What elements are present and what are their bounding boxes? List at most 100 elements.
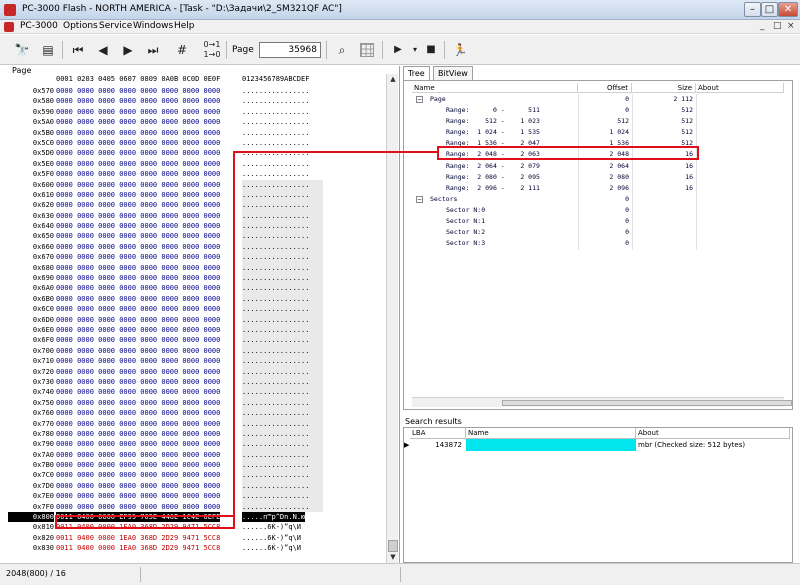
tree-row[interactable]: Range: 2 080 - 2 095 2 080 16 — [412, 172, 784, 183]
hex-row[interactable]: 0x6F0 0000 0000 0000 0000 0000 0000 0000 … — [8, 335, 388, 346]
hex-row[interactable]: 0x7F0 0000 0000 0000 0000 0000 0000 0000 … — [8, 501, 388, 513]
hex-row-ascii[interactable]: ................ — [242, 231, 324, 242]
runner-icon[interactable]: 🏃 — [450, 40, 470, 60]
hex-row-bytes[interactable]: 0000 0000 0000 0000 0000 0000 0000 0000 — [56, 190, 220, 200]
search-icon[interactable]: ⌕ — [332, 40, 352, 60]
hex-row-bytes[interactable]: 0000 0000 0000 0000 0000 0000 0000 0000 — [56, 367, 220, 377]
hex-row[interactable]: 0x6A0 0000 0000 0000 0000 0000 0000 0000 … — [8, 283, 388, 294]
hex-row[interactable]: 0x650 0000 0000 0000 0000 0000 0000 0000 … — [8, 231, 388, 242]
hex-row-ascii[interactable]: ................ — [242, 304, 324, 315]
col-offset[interactable]: Offset — [578, 83, 632, 93]
hex-row[interactable]: 0x6D0 0000 0000 0000 0000 0000 0000 0000 … — [8, 314, 388, 325]
hex-row-ascii[interactable]: ................ — [242, 262, 324, 274]
col-search-about[interactable]: About — [636, 428, 790, 439]
swap-bits-icon[interactable]: 0→1 1→0 — [202, 40, 222, 60]
hex-row[interactable]: 0x5A0 0000 0000 0000 0000 0000 0000 0000 … — [8, 117, 388, 127]
hex-row[interactable]: 0x5E0 0000 0000 0000 0000 0000 0000 0000 … — [8, 159, 388, 169]
hex-row-ascii[interactable]: ................ — [242, 366, 324, 377]
hex-row-ascii[interactable]: ................ — [242, 345, 324, 357]
hex-row-ascii[interactable]: ................ — [242, 179, 324, 190]
find-pages-icon[interactable]: ▤ — [38, 40, 58, 60]
hex-row-bytes[interactable]: 0000 0000 0000 0000 0000 0000 0000 0000 — [56, 346, 220, 356]
hex-row-bytes[interactable]: 0000 0000 0000 0000 0000 0000 0000 0000 — [56, 502, 220, 512]
hex-row-bytes[interactable]: 0000 0000 0000 0000 0000 0000 0000 0000 — [56, 273, 220, 283]
hex-row-bytes[interactable]: 0000 0000 0000 0000 0000 0000 0000 0000 — [56, 439, 220, 449]
hex-row[interactable]: 0x7C0 0000 0000 0000 0000 0000 0000 0000 … — [8, 470, 388, 481]
grid-icon[interactable] — [360, 43, 374, 57]
hex-row[interactable]: 0x700 0000 0000 0000 0000 0000 0000 0000 … — [8, 345, 388, 357]
tree-row[interactable]: Range: 2 064 - 2 079 2 064 16 — [412, 161, 784, 172]
hex-row-bytes[interactable]: 0000 0000 0000 0000 0000 0000 0000 0000 — [56, 294, 220, 304]
hex-row[interactable]: 0x5D0 0000 0000 0000 0000 0000 0000 0000 … — [8, 148, 388, 158]
prev-page-icon[interactable]: ◀ — [93, 40, 113, 60]
hex-row-ascii[interactable]: ................ — [242, 428, 324, 440]
hex-row-bytes[interactable]: 0000 0000 0000 0000 0000 0000 0000 0000 — [56, 117, 220, 127]
result-lba[interactable]: 143872 — [410, 439, 466, 451]
hex-row-ascii[interactable]: ................ — [242, 189, 324, 201]
hex-row-ascii[interactable]: ................ — [242, 501, 324, 513]
hex-row[interactable]: 0x760 0000 0000 0000 0000 0000 0000 0000 … — [8, 408, 388, 419]
hex-row-ascii[interactable]: ................ — [242, 252, 324, 263]
hex-row-ascii[interactable]: ................ — [242, 159, 309, 169]
hex-row-ascii[interactable]: ................ — [242, 439, 324, 450]
hex-row[interactable]: 0x740 0000 0000 0000 0000 0000 0000 0000 … — [8, 387, 388, 398]
hex-row[interactable]: 0x710 0000 0000 0000 0000 0000 0000 0000 … — [8, 356, 388, 367]
hex-row[interactable]: 0x820 0011 0400 0000 1EA0 368D 2D29 9471 … — [8, 533, 388, 543]
stop-icon[interactable]: ■ — [421, 40, 441, 60]
hex-row-bytes[interactable]: 0000 0000 0000 0000 0000 0000 0000 0000 — [56, 283, 220, 293]
hex-row-ascii[interactable]: .....п™p^Dn.N.ю — [242, 512, 306, 523]
tree-row[interactable]: Sector N:0 0 — [412, 205, 784, 216]
hex-row[interactable]: 0x690 0000 0000 0000 0000 0000 0000 0000 … — [8, 273, 388, 284]
hex-row[interactable]: 0x600 0000 0000 0000 0000 0000 0000 0000 … — [8, 179, 388, 190]
menu-service[interactable]: Service — [99, 21, 132, 31]
maximize-button[interactable]: □ — [761, 2, 778, 17]
next-page-icon[interactable]: ▶ — [118, 40, 138, 60]
hex-row-ascii[interactable]: ................ — [242, 200, 324, 211]
hex-scrollbar[interactable]: ▲ ▼ — [386, 74, 398, 563]
hex-row-ascii[interactable]: ................ — [242, 408, 324, 419]
tree-row[interactable]: Sector N:3 0 — [412, 238, 784, 249]
hex-row-bytes[interactable]: 0000 0000 0000 0000 0000 0000 0000 0000 — [56, 387, 220, 397]
hex-row-ascii[interactable]: ................ — [242, 283, 324, 294]
hex-row-ascii[interactable]: ................ — [242, 117, 309, 127]
tree-row[interactable]: Range: 0 - 511 0 512 — [412, 105, 784, 116]
hex-row[interactable]: 0x780 0000 0000 0000 0000 0000 0000 0000 … — [8, 428, 388, 440]
hex-row-bytes[interactable]: 0011 0400 0000 1EA0 368D 2D29 9471 5CC8 — [56, 543, 220, 553]
menu-help[interactable]: Help — [174, 21, 195, 31]
tree-row[interactable]: − Sectors 0 — [412, 194, 784, 205]
hex-row[interactable]: 0x7B0 0000 0000 0000 0000 0000 0000 0000 … — [8, 460, 388, 471]
hex-row-ascii[interactable]: ................ — [242, 148, 309, 158]
hex-row-bytes[interactable]: 0000 0000 0000 0000 0000 0000 0000 0000 — [56, 242, 220, 252]
hex-row-bytes[interactable]: 0000 0000 0000 0000 0000 0000 0000 0000 — [56, 96, 220, 106]
hex-row-ascii[interactable]: ................ — [242, 293, 324, 305]
hex-row-bytes[interactable]: 0000 0000 0000 0000 0000 0000 0000 0000 — [56, 356, 220, 366]
hex-row-ascii[interactable]: ................ — [242, 314, 324, 325]
collapse-icon[interactable]: − — [416, 195, 423, 203]
hex-row-bytes[interactable]: 0000 0000 0000 0000 0000 0000 0000 0000 — [56, 200, 220, 210]
minimize-button[interactable]: – — [744, 2, 761, 17]
tree-hscroll-thumb[interactable] — [502, 400, 792, 406]
tree-row[interactable]: Range: 512 - 1 023 512 512 — [412, 116, 784, 127]
tree-row[interactable]: Sector N:1 0 — [412, 216, 784, 227]
hex-row-ascii[interactable]: ................ — [242, 221, 324, 232]
hex-row[interactable]: 0x610 0000 0000 0000 0000 0000 0000 0000 … — [8, 189, 388, 201]
hex-row[interactable]: 0x830 0011 0400 0000 1EA0 368D 2D29 9471 … — [8, 543, 388, 553]
hex-row-bytes[interactable]: 0000 0000 0000 0000 0000 0000 0000 0000 — [56, 460, 220, 470]
tree-hscrollbar[interactable] — [412, 397, 792, 407]
hex-row-ascii[interactable]: ................ — [242, 460, 324, 471]
hex-row-bytes[interactable]: 0000 0000 0000 0000 0000 0000 0000 0000 — [56, 377, 220, 387]
collapse-icon[interactable]: − — [416, 96, 423, 103]
hex-row[interactable]: 0x630 0000 0000 0000 0000 0000 0000 0000 … — [8, 210, 388, 222]
hex-row-ascii[interactable]: ................ — [242, 449, 324, 461]
hex-row-ascii[interactable]: ................ — [242, 335, 324, 346]
hex-row-ascii[interactable]: ................ — [242, 324, 324, 336]
hex-row-ascii[interactable]: ................ — [242, 480, 324, 492]
hex-row-bytes[interactable]: 0000 0000 0000 0000 0000 0000 0000 0000 — [56, 470, 220, 480]
tree-row[interactable]: Range: 2 096 - 2 111 2 096 16 — [412, 183, 784, 194]
close-button[interactable]: ✕ — [778, 2, 798, 17]
hex-row-bytes[interactable]: 0000 0000 0000 0000 0000 0000 0000 0000 — [56, 315, 220, 325]
menu-windows[interactable]: Windows — [133, 21, 173, 31]
hex-row-ascii[interactable]: ......6Ќ-)”q\И — [242, 522, 301, 532]
hex-row[interactable]: 0x590 0000 0000 0000 0000 0000 0000 0000 … — [8, 107, 388, 117]
hex-row-bytes[interactable]: 0000 0000 0000 0000 0000 0000 0000 0000 — [56, 481, 220, 491]
